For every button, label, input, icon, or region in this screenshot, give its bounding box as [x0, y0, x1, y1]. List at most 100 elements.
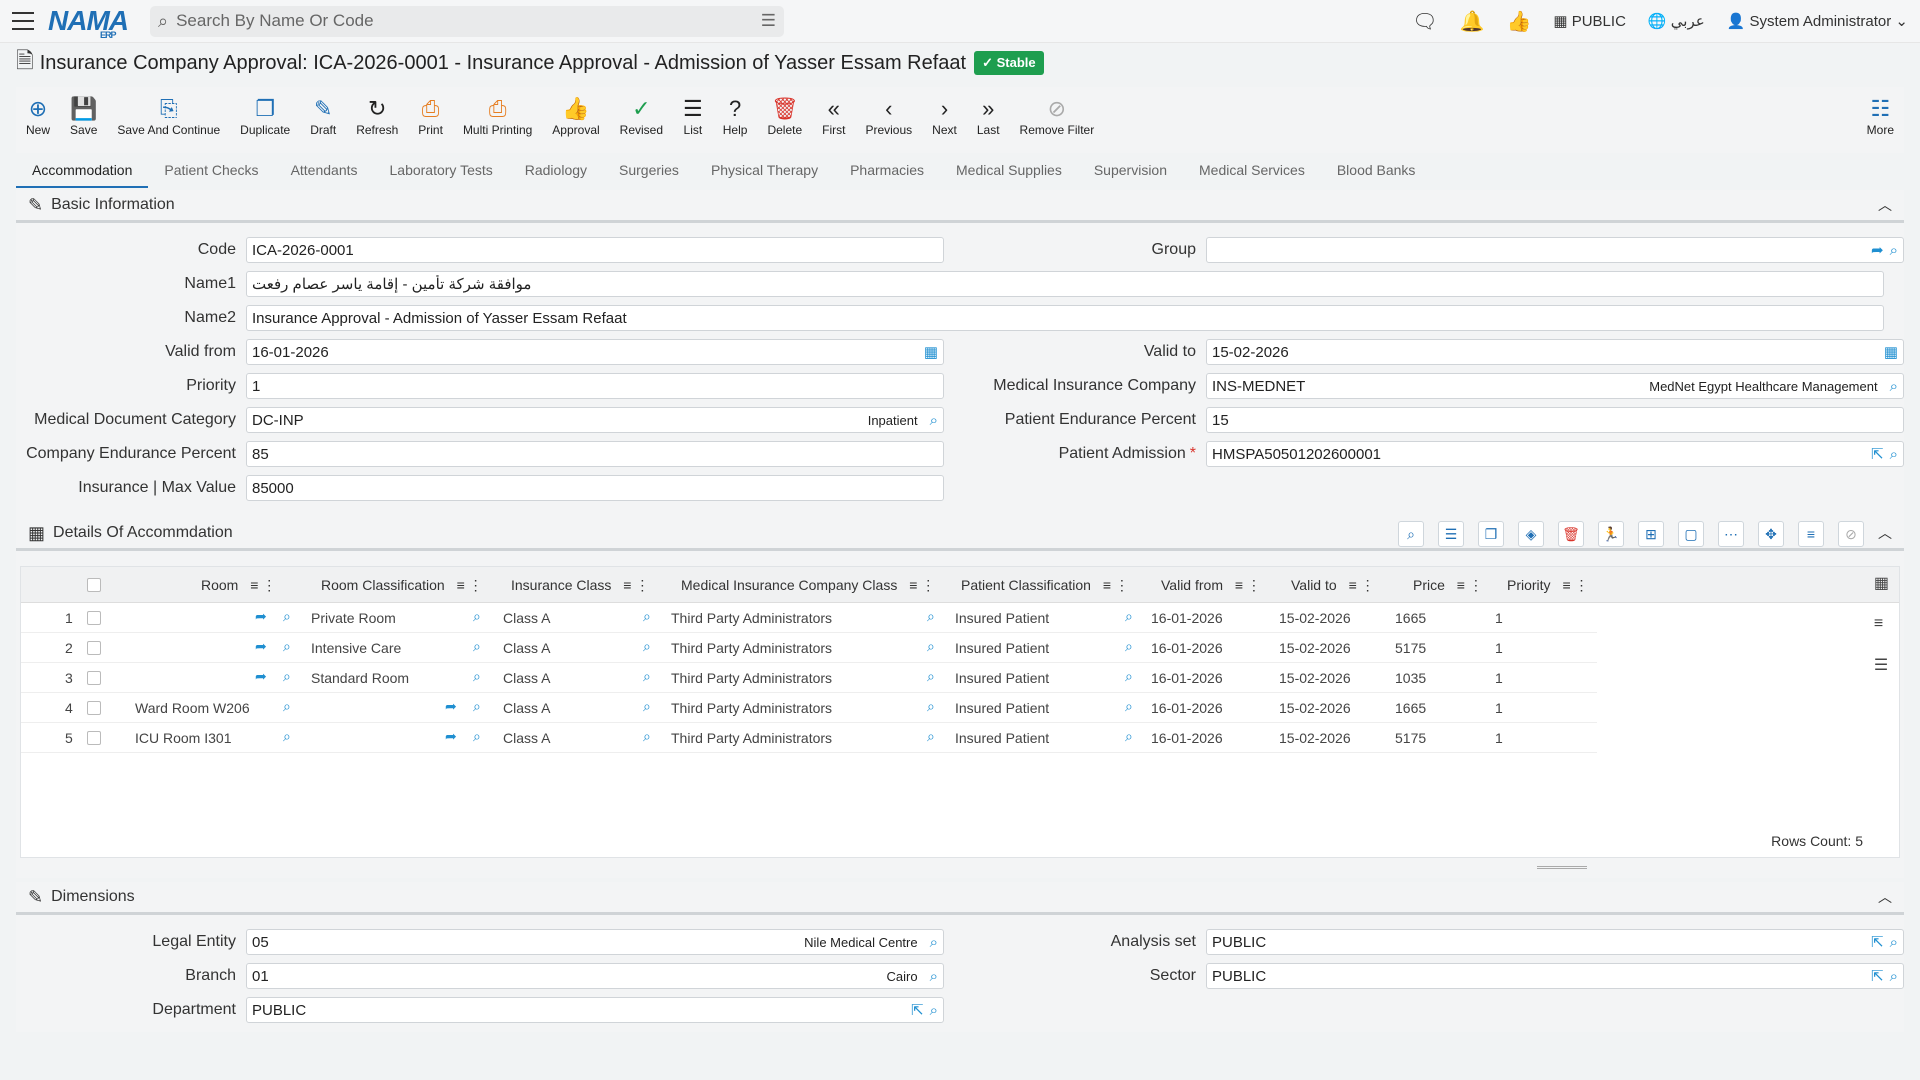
lookup-search-icon[interactable]: ⌕ [1890, 446, 1898, 463]
legal-entity-field[interactable]: 05 Nile Medical Centre ⌕ [246, 929, 944, 955]
tab-surgeries[interactable]: Surgeries [603, 158, 695, 188]
row-checkbox[interactable] [87, 671, 101, 685]
cell-rc[interactable]: Intensive Care [311, 640, 401, 656]
share-icon[interactable]: ➦ [255, 638, 267, 655]
lookup-search-icon[interactable]: ⌕ [283, 668, 291, 685]
cell-vt[interactable]: 15-02-2026 [1279, 640, 1351, 656]
lookup-search-icon[interactable]: ⌕ [1890, 968, 1898, 985]
cell-price[interactable]: 1665 [1395, 610, 1426, 626]
row-checkbox[interactable] [87, 611, 101, 625]
lookup-search-icon[interactable]: ⌕ [927, 668, 935, 685]
cep-field[interactable]: 85 [246, 441, 944, 467]
tab-medical-services[interactable]: Medical Services [1183, 158, 1321, 188]
lookup-search-icon[interactable]: ⌕ [927, 698, 935, 715]
previous-button[interactable]: ‹ Previous [855, 95, 922, 137]
lookup-search-icon[interactable]: ⌕ [283, 728, 291, 745]
clear-filter-icon[interactable]: ⊘ [1838, 521, 1864, 547]
share-icon[interactable]: ➦ [445, 698, 457, 715]
lookup-search-icon[interactable]: ⌕ [473, 698, 481, 715]
resize-handle[interactable] [1537, 866, 1587, 869]
share-icon[interactable]: ➦ [255, 608, 267, 625]
cell-vf[interactable]: 16-01-2026 [1151, 640, 1223, 656]
lookup-search-icon[interactable]: ⌕ [930, 412, 938, 429]
filter-icon[interactable]: ≡ [1874, 615, 1889, 633]
next-button[interactable]: › Next [922, 95, 967, 137]
code-field[interactable]: ICA-2026-0001 [246, 237, 944, 263]
priority-field[interactable]: 1 [246, 373, 944, 399]
open-link-icon[interactable]: ⇱ [1871, 967, 1884, 985]
lookup-search-icon[interactable]: ⌕ [643, 608, 651, 625]
chevron-up-icon[interactable]: ︿ [1878, 195, 1892, 215]
refresh-button[interactable]: ↻ Refresh [346, 95, 408, 137]
cell-pr[interactable]: 1 [1495, 700, 1503, 716]
app-logo[interactable]: NAMA ERP [48, 5, 129, 40]
save-button[interactable]: 💾 Save [60, 95, 107, 137]
cell-micc[interactable]: Third Party Administrators [671, 670, 832, 686]
cell-ic[interactable]: Class A [503, 670, 550, 686]
column-header[interactable]: Price ≡ ⋮ [1413, 577, 1483, 594]
save-and-continue-button[interactable]: ⎘ Save And Continue [107, 95, 230, 137]
cell-price[interactable]: 1035 [1395, 670, 1426, 686]
tab-pharmacies[interactable]: Pharmacies [834, 158, 940, 188]
valid-to-field[interactable]: 15-02-2026 ▦ [1206, 339, 1904, 365]
open-link-icon[interactable]: ⇱ [1871, 933, 1884, 951]
lookup-search-icon[interactable]: ⌕ [643, 638, 651, 655]
lookup-search-icon[interactable]: ⌕ [1125, 638, 1133, 655]
group-field[interactable]: ➦ ⌕ [1206, 237, 1904, 263]
cell-pr[interactable]: 1 [1495, 610, 1503, 626]
tab-accommodation[interactable]: Accommodation [16, 158, 149, 188]
cell-vt[interactable]: 15-02-2026 [1279, 610, 1351, 626]
filter-icon[interactable]: ☰ [761, 11, 776, 31]
column-filter-icon[interactable]: ≡ ⋮ [909, 577, 935, 593]
mic-field[interactable]: INS-MEDNET MedNet Egypt Healthcare Manage… [1206, 373, 1904, 399]
cell-pc[interactable]: Insured Patient [955, 700, 1049, 716]
cell-micc[interactable]: Third Party Administrators [671, 730, 832, 746]
dots-grid-icon[interactable]: ⋯ [1718, 521, 1744, 547]
column-filter-icon[interactable]: ≡ ⋮ [1457, 577, 1483, 593]
tab-patient-checks[interactable]: Patient Checks [148, 158, 274, 188]
column-filter-icon[interactable]: ≡ ⋮ [1349, 577, 1375, 593]
column-header[interactable]: Insurance Class ≡ ⋮ [511, 577, 649, 594]
tab-blood-banks[interactable]: Blood Banks [1321, 158, 1432, 188]
hamburger-menu-icon[interactable] [12, 12, 34, 30]
cell-pr[interactable]: 1 [1495, 640, 1503, 656]
add-rows-icon[interactable]: ☰ [1438, 521, 1464, 547]
delete-row-icon[interactable]: 🗑 [1558, 521, 1584, 547]
insert-icon[interactable]: ⊞ [1638, 521, 1664, 547]
menu-icon[interactable]: ☰ [1874, 655, 1889, 675]
max-value-field[interactable]: 85000 [246, 475, 944, 501]
zoom-search-icon[interactable]: ⌕ [1398, 521, 1424, 547]
lookup-search-icon[interactable]: ⌕ [283, 698, 291, 715]
cell-micc[interactable]: Third Party Administrators [671, 700, 832, 716]
share-icon[interactable]: ➦ [255, 668, 267, 685]
lookup-search-icon[interactable]: ⌕ [927, 728, 935, 745]
delete-button[interactable]: 🗑 Delete [757, 95, 812, 137]
cell-pr[interactable]: 1 [1495, 670, 1503, 686]
layers-icon[interactable]: ◈ [1518, 521, 1544, 547]
move-icon[interactable]: ✥ [1758, 521, 1784, 547]
cell-vf[interactable]: 16-01-2026 [1151, 730, 1223, 746]
table-row[interactable]: 1 Private Room Class A Third Party Administ… [21, 603, 1597, 633]
cell-ic[interactable]: Class A [503, 610, 550, 626]
lookup-search-icon[interactable]: ⌕ [1125, 668, 1133, 685]
search-input[interactable]: Search By Name Or Code [176, 11, 761, 31]
cell-micc[interactable]: Third Party Administrators [671, 610, 832, 626]
first-button[interactable]: « First [812, 95, 855, 137]
cell-micc[interactable]: Third Party Administrators [671, 640, 832, 656]
chevron-up-icon[interactable]: ︿ [1878, 887, 1892, 907]
column-header[interactable]: Room ≡ ⋮ [201, 577, 276, 594]
lookup-search-icon[interactable]: ⌕ [643, 698, 651, 715]
cell-ic[interactable]: Class A [503, 730, 550, 746]
lookup-search-icon[interactable]: ⌕ [930, 934, 938, 951]
cell-pc[interactable]: Insured Patient [955, 730, 1049, 746]
tab-attendants[interactable]: Attendants [275, 158, 374, 188]
cell-vt[interactable]: 15-02-2026 [1279, 670, 1351, 686]
tab-laboratory-tests[interactable]: Laboratory Tests [374, 158, 509, 188]
draft-button[interactable]: ✎ Draft [300, 95, 346, 137]
column-header[interactable]: Medical Insurance Company Class ≡ ⋮ [681, 577, 935, 594]
valid-from-field[interactable]: 16-01-2026 ▦ [246, 339, 944, 365]
last-button[interactable]: » Last [967, 95, 1010, 137]
notification-bell-icon[interactable]: 🔔 [1460, 9, 1485, 34]
analysis-set-field[interactable]: PUBLIC ⇱ ⌕ [1206, 929, 1904, 955]
lookup-search-icon[interactable]: ⌕ [1125, 608, 1133, 625]
